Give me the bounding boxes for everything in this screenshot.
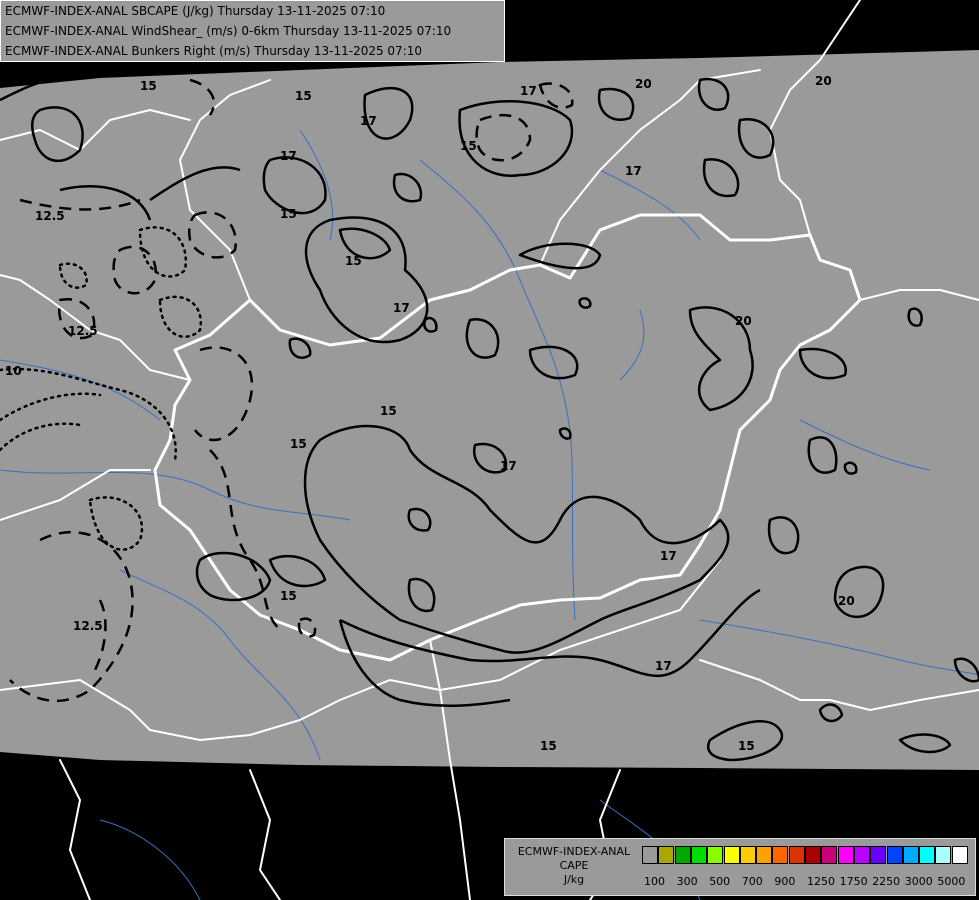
legend-tick-label: 1250 (807, 875, 835, 888)
cape-legend: ECMWF-INDEX-ANAL CAPE J/kg 100 300 500 700 9… (504, 838, 976, 896)
contour-label: 15 (460, 139, 477, 153)
legend-tick-label: 900 (774, 875, 796, 888)
legend-line-1: ECMWF-INDEX-ANAL (517, 845, 631, 858)
contour-label: 15 (290, 437, 307, 451)
legend-swatch (919, 846, 936, 864)
legend-swatch (658, 846, 675, 864)
title-line-sbcape: ECMWF-INDEX-ANAL SBCAPE (J/kg) Thursday … (5, 4, 386, 18)
contour-label: 15 (380, 404, 397, 418)
contour-label: 15 (738, 739, 755, 753)
legend-swatch (805, 846, 821, 864)
legend-tick-label: 2250 (872, 875, 901, 888)
legend-swatch (772, 846, 789, 864)
contour-label: 12.5 (35, 209, 65, 223)
legend-tick-label: 100 (644, 875, 665, 888)
legend-tick-label: 300 (676, 875, 698, 888)
contour-label: 17 (520, 84, 537, 98)
legend-tick-label: 1750 (839, 875, 868, 888)
contour-label: 12.5 (68, 324, 98, 338)
legend-swatch (951, 846, 968, 864)
contour-label: 17 (655, 659, 672, 673)
legend-line-3: J/kg (563, 873, 585, 886)
legend-line-2: CAPE (559, 859, 589, 872)
contour-label: 15 (540, 739, 557, 753)
contour-label: 10 (5, 364, 22, 378)
legend-tick-label: 5000 (937, 875, 966, 888)
contour-label: 15 (280, 207, 297, 221)
contour-label: 12.5 (73, 619, 103, 633)
contour-label: 17 (393, 301, 410, 315)
legend-swatch (674, 846, 691, 864)
weather-map: 15 15 17 17 15 20 20 17 17 15 12.5 15 17… (0, 0, 979, 900)
legend-swatch (870, 846, 887, 864)
legend-swatch (935, 846, 952, 864)
contour-label: 15 (345, 254, 362, 268)
legend-swatch (853, 846, 870, 864)
legend-swatch (788, 846, 805, 864)
legend-tick-label: 700 (741, 875, 763, 888)
contour-label: 20 (735, 314, 752, 328)
legend-swatch (821, 846, 838, 864)
contour-label: 17 (360, 114, 377, 128)
contour-label: 17 (500, 459, 517, 473)
legend-swatch (756, 846, 773, 864)
legend-swatch (690, 846, 707, 864)
legend-swatch (707, 846, 724, 864)
legend-swatch (739, 846, 756, 864)
contour-label: 15 (280, 589, 297, 603)
contour-label: 17 (660, 549, 677, 563)
legend-tick-label: 3000 (904, 875, 933, 888)
contour-label: 15 (140, 79, 157, 93)
contour-label: 17 (625, 164, 642, 178)
map-title-box: ECMWF-INDEX-ANAL SBCAPE (J/kg) Thursday … (0, 0, 505, 62)
legend-source: ECMWF-INDEX-ANAL CAPE J/kg (509, 845, 639, 887)
legend-tick-label: 500 (709, 875, 731, 888)
contour-label: 15 (295, 89, 312, 103)
legend-swatch (902, 846, 919, 864)
contour-label: 20 (635, 77, 652, 91)
contour-label: 20 (838, 594, 855, 608)
title-line-bunkers: ECMWF-INDEX-ANAL Bunkers Right (m/s) Thu… (5, 44, 423, 58)
title-line-windshear: ECMWF-INDEX-ANAL WindShear_ (m/s) 0-6km … (5, 24, 452, 38)
legend-swatch (642, 846, 658, 864)
contour-label: 20 (815, 74, 832, 88)
legend-swatch (723, 846, 740, 864)
contour-label: 17 (280, 149, 297, 163)
legend-swatch (886, 846, 903, 864)
legend-swatch (837, 846, 854, 864)
